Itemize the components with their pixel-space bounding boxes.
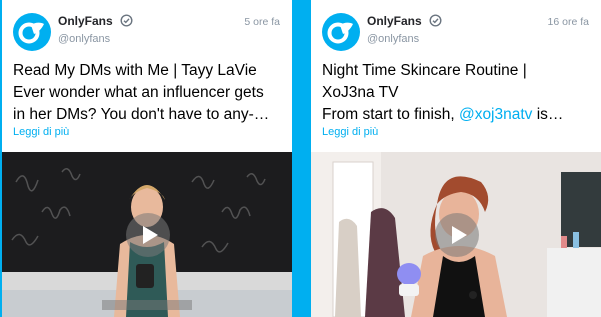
post-card: OnlyFans @onlyfans 5 ore fa Read My DMs … bbox=[2, 0, 292, 317]
play-icon bbox=[143, 226, 158, 244]
account-name-text[interactable]: OnlyFans bbox=[58, 14, 113, 28]
play-icon bbox=[452, 226, 467, 244]
post-text-line: From start to finish, @xoj3natv is… bbox=[322, 104, 597, 126]
post-header: OnlyFans @onlyfans 16 ore fa bbox=[311, 0, 601, 60]
mention-link[interactable]: @xoj3natv bbox=[459, 106, 532, 123]
video-thumbnail[interactable] bbox=[311, 152, 601, 317]
post-text-segment: From start to finish, bbox=[322, 106, 459, 123]
account-handle[interactable]: @onlyfans bbox=[367, 33, 419, 45]
post-text: Night Time Skincare Routine | XoJ3na TV … bbox=[322, 60, 597, 126]
account-handle[interactable]: @onlyfans bbox=[58, 33, 110, 45]
onlyfans-logo-icon bbox=[18, 22, 44, 44]
play-button[interactable] bbox=[435, 213, 479, 257]
post-header: OnlyFans @onlyfans 5 ore fa bbox=[2, 0, 292, 60]
avatar[interactable] bbox=[13, 13, 51, 51]
read-more-link[interactable]: Leggi di più bbox=[322, 126, 378, 138]
post-text-line: Ever wonder what an influencer gets bbox=[13, 84, 264, 101]
post-text-line: Read My DMs with Me | Tayy LaVie bbox=[13, 62, 257, 79]
post-text-segment: is… bbox=[532, 106, 564, 123]
video-thumbnail[interactable] bbox=[2, 152, 292, 317]
play-button[interactable] bbox=[126, 213, 170, 257]
post-card: OnlyFans @onlyfans 16 ore fa Night Time … bbox=[311, 0, 601, 317]
account-name[interactable]: OnlyFans bbox=[367, 14, 442, 28]
post-text-line: XoJ3na TV bbox=[322, 84, 399, 101]
post-text-line: Night Time Skincare Routine | bbox=[322, 62, 527, 79]
verified-check-icon bbox=[429, 14, 442, 27]
post-time: 16 ore fa bbox=[547, 16, 589, 28]
account-name-text[interactable]: OnlyFans bbox=[367, 14, 422, 28]
post-text-line: in her DMs? You don't have to any-… bbox=[13, 106, 270, 123]
verified-check-icon bbox=[120, 14, 133, 27]
post-text: Read My DMs with Me | Tayy LaVie Ever wo… bbox=[13, 60, 288, 126]
account-name[interactable]: OnlyFans bbox=[58, 14, 133, 28]
read-more-link[interactable]: Leggi di più bbox=[13, 126, 69, 138]
post-time: 5 ore fa bbox=[244, 16, 280, 28]
onlyfans-logo-icon bbox=[327, 22, 353, 44]
avatar[interactable] bbox=[322, 13, 360, 51]
